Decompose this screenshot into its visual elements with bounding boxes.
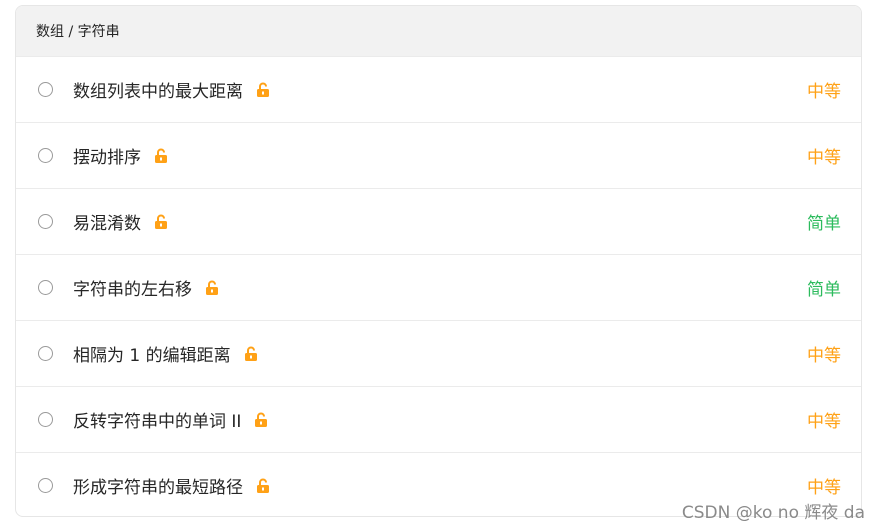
problem-row[interactable]: 易混淆数 简单 bbox=[16, 188, 861, 254]
category-header: 数组 / 字符串 bbox=[16, 6, 861, 56]
status-radio[interactable] bbox=[38, 478, 53, 493]
unlock-icon bbox=[206, 280, 218, 295]
problem-title[interactable]: 易混淆数 bbox=[73, 209, 141, 234]
unlock-icon bbox=[155, 214, 167, 229]
difficulty-label: 中等 bbox=[807, 148, 841, 168]
problem-title[interactable]: 相隔为 1 的编辑距离 bbox=[73, 341, 231, 366]
problem-title[interactable]: 字符串的左右移 bbox=[73, 275, 192, 300]
problem-row[interactable]: 反转字符串中的单词 II 中等 bbox=[16, 386, 861, 452]
difficulty-label: 简单 bbox=[807, 280, 841, 300]
unlock-icon bbox=[155, 148, 167, 163]
difficulty-label: 中等 bbox=[807, 346, 841, 366]
unlock-icon bbox=[257, 478, 269, 493]
difficulty-label: 中等 bbox=[807, 478, 841, 498]
difficulty-label: 简单 bbox=[807, 214, 841, 234]
problem-title[interactable]: 反转字符串中的单词 II bbox=[73, 407, 241, 432]
status-radio[interactable] bbox=[38, 280, 53, 295]
problem-list-card: 数组 / 字符串 数组列表中的最大距离 中等 摆动排序 中等 易混淆数 简单 字… bbox=[15, 5, 862, 517]
difficulty-label: 中等 bbox=[807, 82, 841, 102]
problem-row[interactable]: 数组列表中的最大距离 中等 bbox=[16, 56, 861, 122]
status-radio[interactable] bbox=[38, 412, 53, 427]
status-radio[interactable] bbox=[38, 148, 53, 163]
problem-row[interactable]: 相隔为 1 的编辑距离 中等 bbox=[16, 320, 861, 386]
problem-title[interactable]: 数组列表中的最大距离 bbox=[73, 77, 243, 102]
status-radio[interactable] bbox=[38, 346, 53, 361]
difficulty-label: 中等 bbox=[807, 412, 841, 432]
problem-title[interactable]: 摆动排序 bbox=[73, 143, 141, 168]
unlock-icon bbox=[255, 412, 268, 427]
watermark: CSDN @ko no 辉夜 da bbox=[681, 503, 865, 523]
problem-row[interactable]: 摆动排序 中等 bbox=[16, 122, 861, 188]
status-radio[interactable] bbox=[38, 214, 53, 229]
status-radio[interactable] bbox=[38, 82, 53, 97]
unlock-icon bbox=[257, 82, 269, 97]
problem-title[interactable]: 形成字符串的最短路径 bbox=[73, 473, 243, 498]
breadcrumb: 数组 / 字符串 bbox=[36, 24, 120, 40]
unlock-icon bbox=[244, 346, 257, 361]
problem-row[interactable]: 字符串的左右移 简单 bbox=[16, 254, 861, 320]
